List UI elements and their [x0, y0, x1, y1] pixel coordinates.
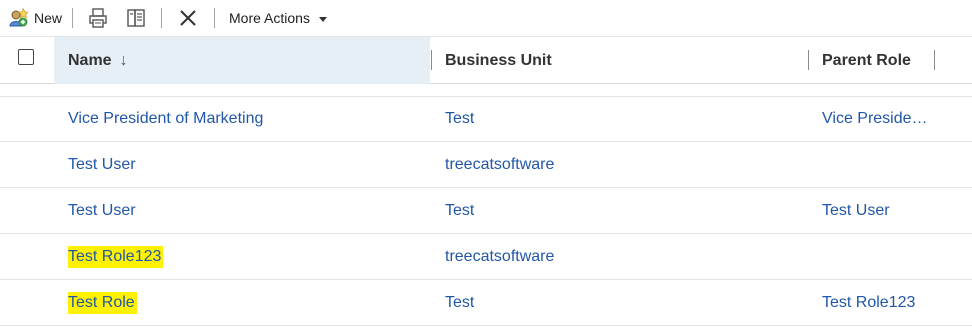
role-name-text: Test User [68, 155, 136, 173]
role-name-text-highlighted: Test Role123 [68, 245, 164, 268]
parent-role-header-text: Parent Role [822, 51, 911, 69]
business-unit-link[interactable]: Test [445, 96, 474, 141]
parent-role-link[interactable]: Test User [822, 188, 934, 233]
column-divider[interactable] [934, 50, 935, 70]
role-name-text: Vice President of Marketing [68, 109, 264, 127]
business-unit-text: Test [445, 109, 475, 127]
toolbar-separator [214, 8, 216, 28]
print-button[interactable] [79, 6, 117, 30]
business-unit-text: treecatsoftware [445, 155, 555, 173]
delete-icon [178, 8, 198, 28]
role-name-text: Test User [68, 201, 136, 219]
business-unit-link[interactable]: treecatsoftware [445, 142, 554, 187]
column-divider[interactable] [808, 50, 809, 70]
parent-role-link[interactable] [822, 142, 934, 187]
grid-header: Name ↓ Business Unit Parent Role [0, 36, 972, 84]
parent-role-link[interactable] [822, 234, 934, 279]
more-actions-button[interactable]: More Actions [221, 6, 331, 30]
parent-role-text: Vice President of Sales [822, 109, 934, 127]
sort-descending-icon: ↓ [119, 51, 128, 69]
print-icon [87, 7, 109, 29]
business-unit-link[interactable]: Test [445, 280, 474, 325]
role-name-link[interactable]: Vice President of Marketing [68, 96, 263, 141]
export-button[interactable] [117, 6, 155, 30]
command-bar: New More Actions [0, 0, 972, 36]
business-unit-text: Test [445, 293, 475, 311]
chevron-down-icon [318, 16, 327, 22]
column-header-business-unit[interactable]: Business Unit [445, 37, 552, 84]
table-row[interactable]: Test User Test Test User [0, 188, 972, 234]
grid-body: Vice President of Marketing Test Vice Pr… [0, 96, 972, 326]
role-name-link[interactable]: Test Role [68, 280, 137, 325]
new-role-icon [8, 7, 29, 28]
new-button-label: New [34, 10, 63, 26]
role-name-link[interactable]: Test User [68, 188, 136, 233]
parent-role-text: Test Role123 [822, 293, 916, 311]
table-row[interactable]: Test Role Test Test Role123 [0, 280, 972, 326]
role-name-link[interactable]: Test User [68, 142, 136, 187]
name-header-text: Name [68, 51, 112, 69]
business-unit-link[interactable]: treecatsoftware [445, 234, 554, 279]
business-unit-text: Test [445, 201, 475, 219]
select-all-checkbox[interactable] [18, 49, 34, 65]
more-actions-label: More Actions [229, 10, 310, 26]
parent-role-text: Test User [822, 201, 890, 219]
business-unit-link[interactable]: Test [445, 188, 474, 233]
export-icon [125, 7, 147, 29]
new-button[interactable]: New [0, 6, 66, 30]
delete-button[interactable] [168, 6, 208, 30]
parent-role-link[interactable]: Test Role123 [822, 280, 934, 325]
column-header-parent-role[interactable]: Parent Role [822, 37, 911, 84]
business-unit-header-text: Business Unit [445, 51, 552, 69]
security-roles-view: New More Actions Name ↓ Business Unit Pa… [0, 0, 972, 330]
table-row[interactable]: Test User treecatsoftware [0, 142, 972, 188]
role-name-text-highlighted: Test Role [68, 291, 137, 314]
column-header-name-label[interactable]: Name ↓ [68, 37, 128, 84]
business-unit-text: treecatsoftware [445, 247, 555, 265]
parent-role-link[interactable]: Vice President of Sales [822, 96, 934, 141]
role-name-link[interactable]: Test Role123 [68, 234, 164, 279]
toolbar-separator [161, 8, 163, 28]
table-row[interactable]: Test Role123 treecatsoftware [0, 234, 972, 280]
table-row[interactable]: Vice President of Marketing Test Vice Pr… [0, 96, 972, 142]
toolbar-separator [72, 8, 74, 28]
column-divider[interactable] [431, 50, 432, 70]
